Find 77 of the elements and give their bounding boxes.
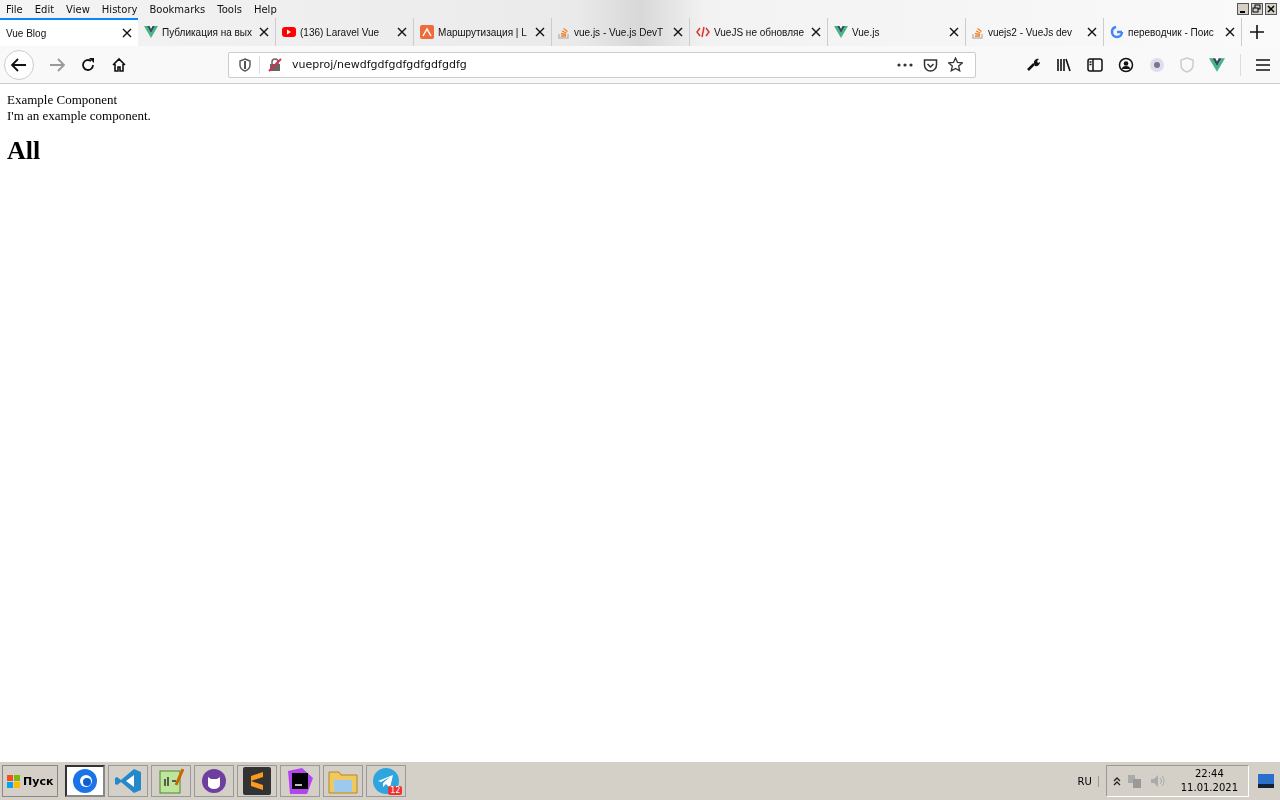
notification-badge: 12 — [388, 786, 403, 795]
tab-title: (136) Laravel Vue — [300, 26, 380, 38]
g-logo-icon — [1110, 25, 1124, 39]
tab-title: Vue Blog — [6, 27, 47, 39]
v-logo-icon — [144, 26, 158, 38]
lock-crossed-icon — [268, 57, 282, 72]
page-heading: All — [7, 136, 42, 166]
v-logo-icon — [834, 26, 848, 38]
address-bar[interactable]: vueproj/newdfgdfgdfgdfgdfgdfg — [228, 51, 976, 78]
more-icon[interactable] — [897, 62, 913, 67]
menu-item[interactable]: Bookmarks — [149, 3, 206, 15]
close-icon[interactable] — [1087, 27, 1097, 37]
restore-icon[interactable] — [1251, 3, 1263, 15]
arrow-right-icon[interactable] — [49, 57, 65, 72]
stack-icon — [972, 25, 984, 39]
ribbon-icon — [114, 767, 143, 795]
tab-title: vue.js - Vue.js DevT — [574, 26, 664, 38]
home-icon[interactable] — [111, 56, 127, 73]
close-icon[interactable] — [259, 27, 269, 37]
close-icon[interactable] — [397, 27, 407, 37]
url-text: vueproj/newdfgdfgdfgdfgdfgdfg — [292, 58, 467, 71]
menu-item[interactable]: History — [101, 3, 138, 15]
close-icon[interactable] — [673, 27, 683, 37]
paper-plane-icon — [372, 767, 401, 795]
close-icon[interactable] — [1265, 3, 1277, 15]
taskbar-app-button[interactable]: 12 — [366, 765, 407, 797]
reload-icon[interactable] — [80, 56, 96, 73]
cat-face-icon — [201, 768, 228, 794]
play-icon — [282, 27, 296, 37]
taskbar-app-button[interactable] — [237, 765, 278, 797]
shield-icon — [239, 57, 251, 72]
tab-title: Публикация на вых — [162, 26, 253, 38]
start-button[interactable]: Пуск — [2, 765, 59, 797]
tab-title: Vue.js — [852, 26, 880, 38]
minimize-icon[interactable] — [1237, 3, 1249, 15]
square-logo-icon — [420, 25, 434, 39]
plus-icon[interactable] — [1250, 25, 1264, 39]
account-icon[interactable] — [1118, 56, 1134, 73]
close-icon[interactable] — [811, 27, 821, 37]
folder-icon — [328, 768, 359, 794]
close-icon[interactable] — [1225, 27, 1235, 37]
notepad-icon — [158, 767, 185, 795]
windows-logo-icon — [7, 774, 21, 788]
tab-title: Маршрутизация | L — [438, 26, 527, 38]
arrow-left-icon — [11, 57, 27, 72]
language-indicator[interactable]: RU — [1077, 775, 1099, 787]
back-button[interactable] — [4, 49, 34, 80]
menu-item[interactable]: Help — [253, 3, 277, 15]
tab-title: переводчик - Поис — [1128, 26, 1214, 38]
wrench-icon[interactable] — [1026, 57, 1041, 72]
clock-date: 11.01.2021 — [1180, 781, 1238, 795]
sidebar-icon[interactable] — [1087, 57, 1103, 72]
chevron-up-icon[interactable] — [1112, 776, 1121, 786]
close-icon[interactable] — [122, 28, 132, 38]
menu-icon[interactable] — [1256, 58, 1270, 71]
tab-title: VueJS не обновляе — [714, 26, 804, 38]
show-desktop-icon[interactable] — [1258, 774, 1274, 788]
component-text: I'm an example component. — [7, 108, 152, 124]
code-icon — [696, 26, 710, 38]
menu-item[interactable]: Edit — [34, 3, 55, 15]
menu-item[interactable]: Tools — [217, 3, 242, 15]
menu-item[interactable]: File — [6, 3, 23, 15]
v-logo-icon[interactable] — [1209, 57, 1225, 72]
taskbar-app-button[interactable] — [194, 765, 235, 797]
clock-time: 22:44 — [1194, 767, 1224, 781]
close-icon[interactable] — [949, 27, 959, 37]
browser-tab[interactable]: Vue Blog — [0, 18, 138, 46]
component-title: Example Component — [7, 92, 119, 108]
tab-title: vuejs2 - VueJs dev — [988, 26, 1073, 38]
taskbar-app-button[interactable] — [65, 765, 106, 797]
close-icon[interactable] — [535, 27, 545, 37]
library-icon[interactable] — [1056, 57, 1072, 72]
taskbar-app-button[interactable] — [280, 765, 321, 797]
stack-icon — [558, 25, 570, 39]
star-icon[interactable] — [948, 57, 963, 72]
pocket-icon[interactable] — [923, 57, 938, 72]
menu-item[interactable]: View — [66, 3, 90, 15]
